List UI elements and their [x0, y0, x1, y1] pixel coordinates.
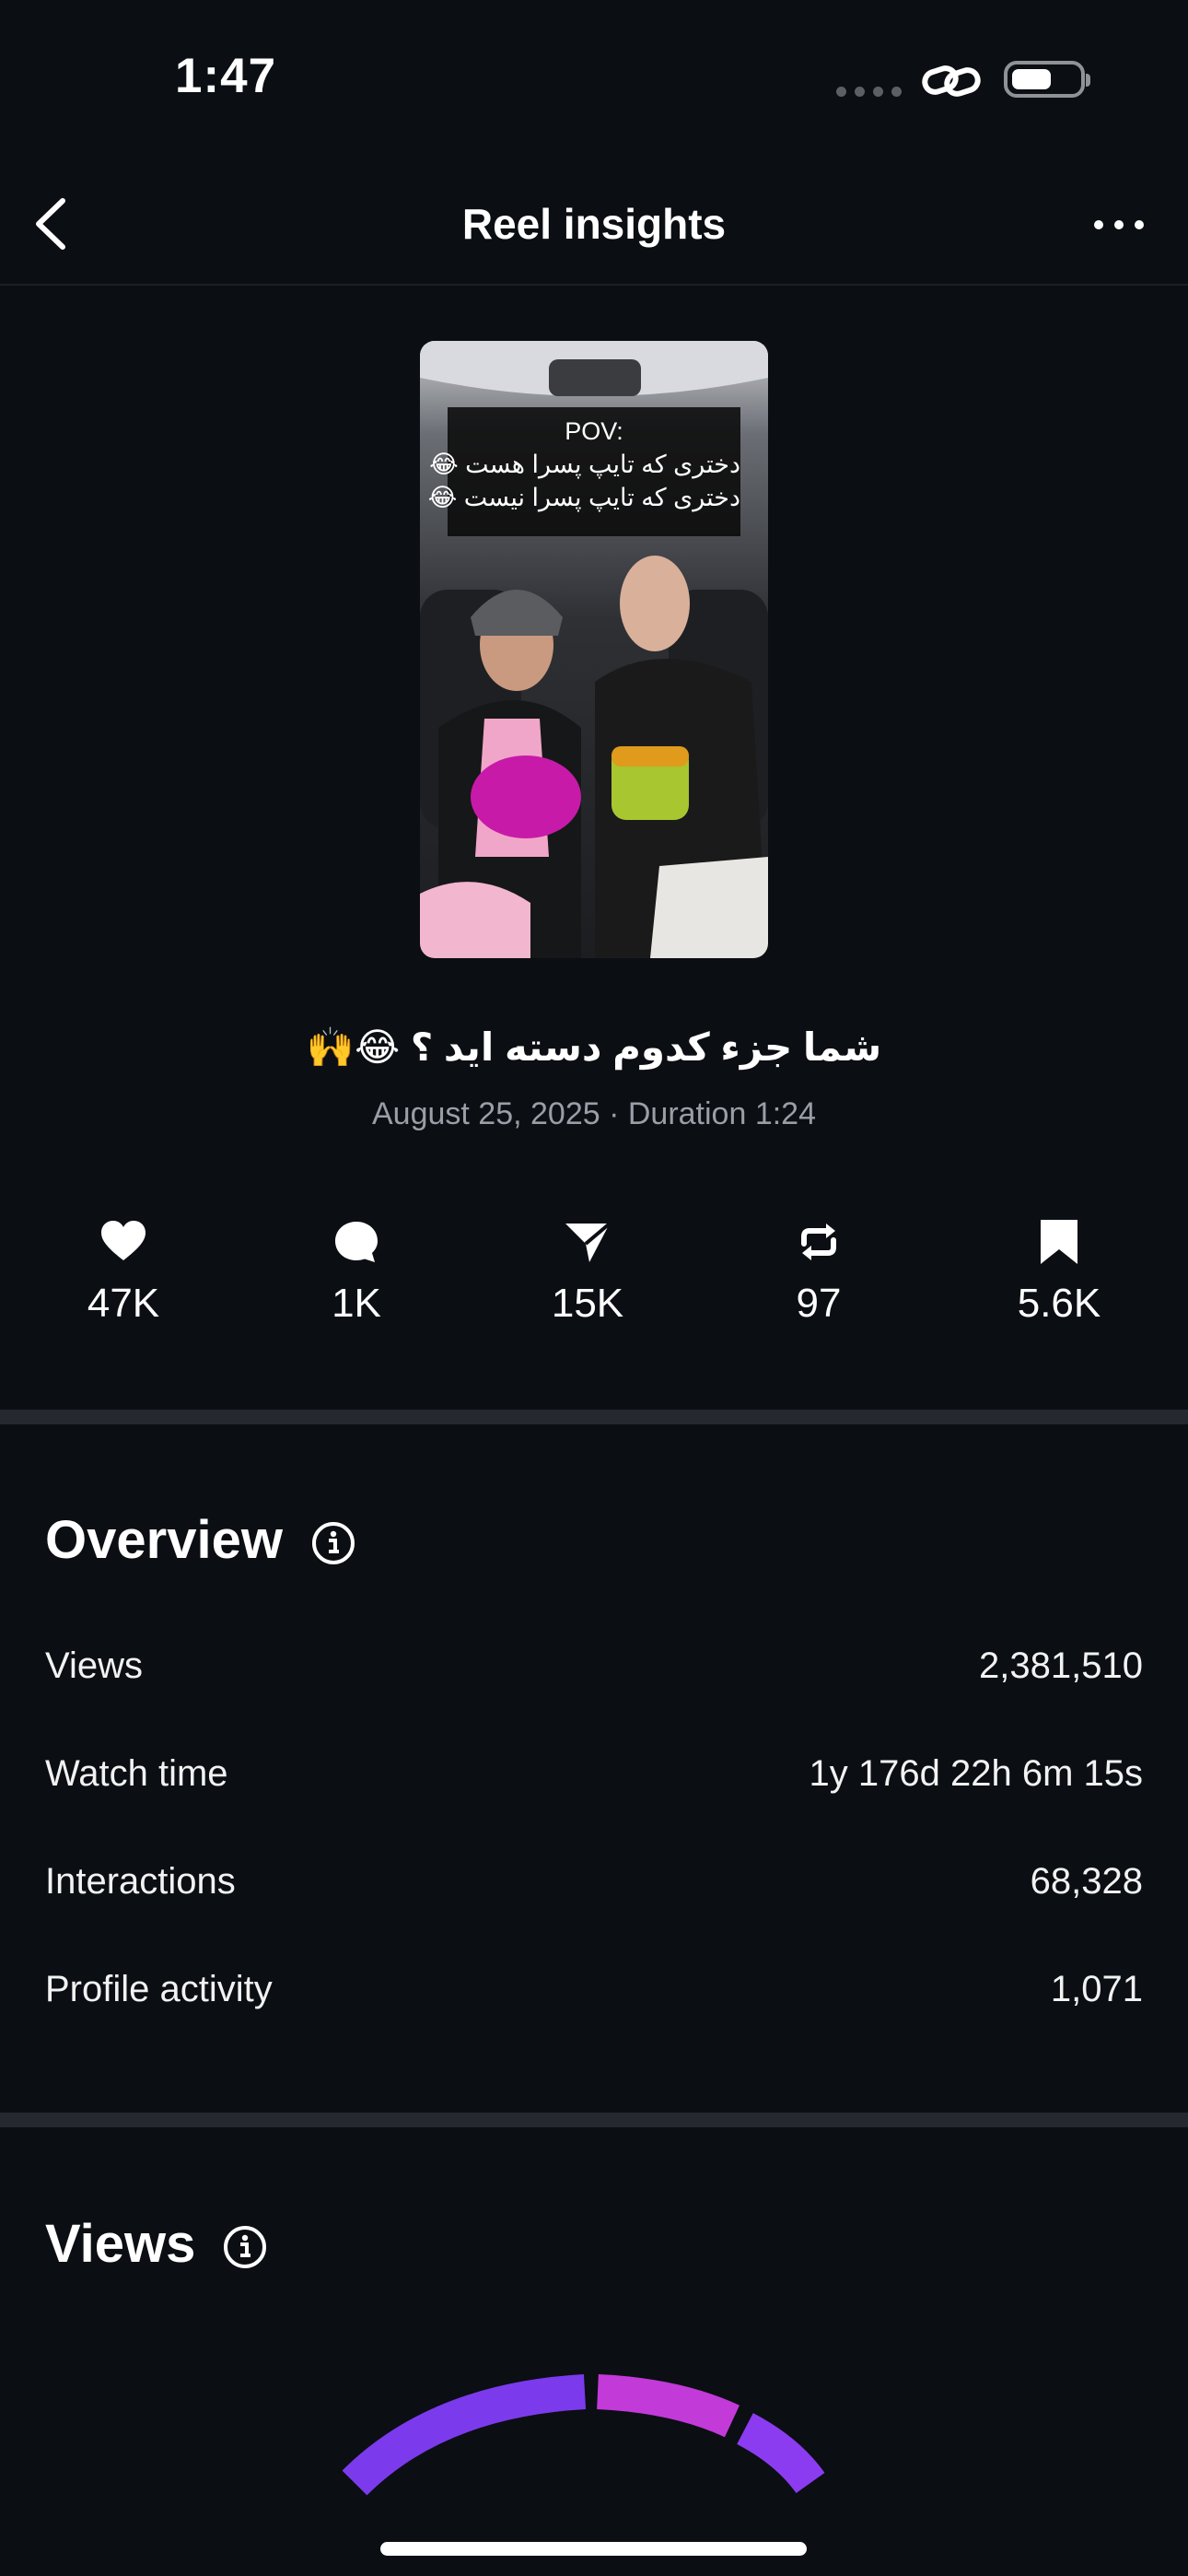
battery-tip: [1086, 74, 1090, 87]
engagement-stats: 47K 1K 15K 97 5.6K: [0, 1216, 1188, 1354]
metric-row-profile-activity: Profile activity 1,071: [45, 1969, 1143, 2024]
link-icon: [922, 65, 981, 97]
reposts-stat: 97: [717, 1216, 920, 1327]
metric-label: Interactions: [45, 1861, 236, 1902]
battery-icon: [1004, 61, 1085, 98]
heart-icon: [101, 1221, 146, 1260]
metric-value: 1y 176d 22h 6m 15s: [809, 1753, 1143, 1794]
gauge-segment: [736, 2413, 825, 2494]
home-indicator[interactable]: [380, 2542, 807, 2556]
saves-count: 5.6K: [1017, 1281, 1101, 1326]
reel-meta: August 25, 2025 · Duration 1:24: [372, 1096, 816, 1131]
metric-row-views: Views 2,381,510: [45, 1645, 1143, 1701]
repost-icon: [801, 1224, 836, 1260]
gauge-segment: [597, 2374, 740, 2438]
nav-bar: Reel insights: [0, 166, 1188, 286]
metric-row-interactions: Interactions 68,328: [45, 1861, 1143, 1916]
overview-title: Overview: [45, 1510, 283, 1570]
metric-value: 2,381,510: [979, 1645, 1143, 1686]
section-divider: [0, 1410, 1188, 1424]
comments-stat: 1K: [255, 1216, 458, 1327]
send-icon: [565, 1222, 611, 1262]
comments-count: 1K: [332, 1281, 381, 1326]
gauge-segment: [342, 2374, 587, 2496]
more-options-button[interactable]: [1087, 199, 1151, 251]
saves-stat: 5.6K: [958, 1216, 1160, 1327]
reel-thumbnail[interactable]: POV: دختری که تایپ پسرا هست 😂 دختری که ت…: [420, 341, 768, 958]
status-bar: 1:47: [0, 0, 1188, 157]
views-title: Views: [45, 2214, 196, 2274]
reel-caption: شما جزء کدوم دسته اید ؟ 😂🙌: [306, 1025, 882, 1069]
reel-text-overlay: POV: دختری که تایپ پسرا هست 😂 دختری که ت…: [427, 407, 740, 536]
cellular-signal-icon: [836, 87, 902, 97]
section-divider: [0, 2113, 1188, 2127]
likes-stat: 47K: [22, 1216, 225, 1327]
shares-count: 15K: [551, 1281, 624, 1326]
views-gauge: [342, 2374, 825, 2496]
metric-label: Profile activity: [45, 1969, 273, 2009]
comment-icon: [335, 1222, 378, 1262]
likes-count: 47K: [87, 1281, 160, 1326]
overlay-line: دختری که تایپ پسرا هست 😂: [429, 451, 740, 478]
bookmark-icon: [1041, 1220, 1077, 1264]
metric-row-watch-time: Watch time 1y 176d 22h 6m 15s: [45, 1753, 1143, 1809]
metric-label: Views: [45, 1645, 143, 1686]
metric-value: 1,071: [1050, 1969, 1143, 2009]
overlay-line: POV:: [565, 417, 623, 445]
page-title: Reel insights: [461, 200, 727, 248]
metric-value: 68,328: [1030, 1861, 1143, 1902]
shares-stat: 15K: [486, 1216, 689, 1327]
status-time: 1:47: [175, 49, 277, 103]
overlay-line: دختری که تایپ پسرا نیست 😂: [427, 484, 740, 511]
info-icon[interactable]: [310, 1520, 356, 1566]
info-icon[interactable]: [222, 2224, 268, 2270]
metric-label: Watch time: [45, 1753, 228, 1794]
reposts-count: 97: [796, 1281, 842, 1326]
